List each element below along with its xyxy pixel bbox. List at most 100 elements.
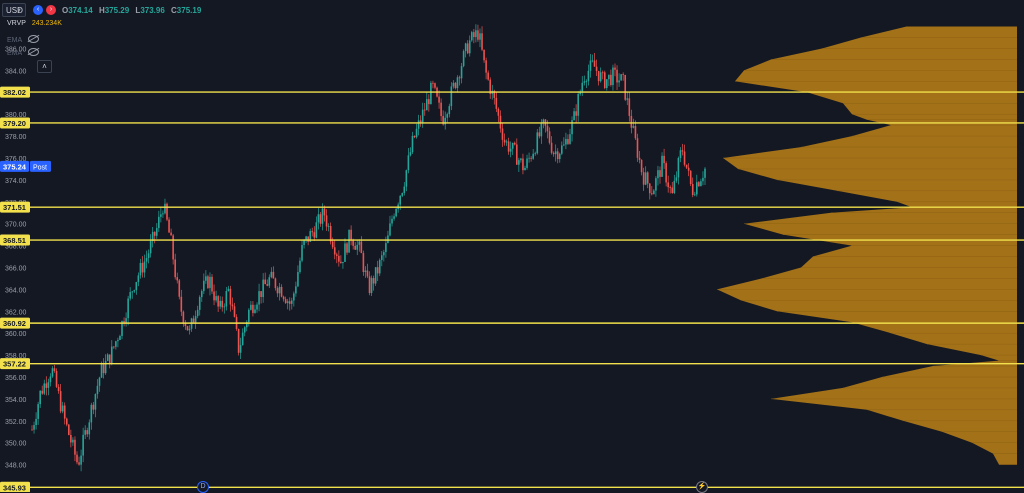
candle-body [450, 86, 453, 107]
indicator-vrvp[interactable]: VRVP 243.234K [7, 20, 62, 27]
candle-body [646, 172, 649, 184]
candle-body [207, 276, 209, 288]
candle-body [475, 30, 477, 38]
candle-body [415, 128, 418, 138]
candle-body [78, 462, 80, 465]
indicator-ema-2[interactable]: EMA [7, 47, 40, 57]
candle-body [530, 157, 532, 159]
hidden-eye-icon[interactable] [28, 35, 40, 43]
scroll-right-button[interactable]: › [46, 5, 56, 15]
candle-body [317, 214, 320, 223]
candle-body [556, 151, 559, 160]
dividend-marker-icon[interactable]: D [197, 481, 209, 493]
candle-body [683, 151, 686, 165]
candle-body [166, 203, 168, 220]
y-tick-label: 366.00 [5, 266, 27, 273]
candle-body [72, 439, 74, 443]
collapse-legend-button[interactable]: ˄ [37, 60, 52, 73]
candle-body [39, 390, 41, 405]
scroll-left-button[interactable]: ‹ [33, 5, 43, 15]
candle-body [417, 120, 420, 129]
candle-body [454, 82, 457, 89]
candle-body [276, 288, 279, 294]
candle-body [481, 33, 483, 50]
currency-select[interactable]: USD ▼ [2, 3, 26, 17]
last-price-value: 375.24 [3, 162, 27, 171]
candle-body [344, 243, 346, 262]
candle-body [696, 182, 698, 195]
candle-body [65, 418, 68, 425]
candle-body [162, 213, 164, 215]
candle-body [178, 280, 181, 297]
candle-body [411, 135, 414, 153]
candle-body [55, 370, 58, 387]
candle-body [689, 170, 692, 185]
candle-body [323, 208, 326, 216]
candle-body [640, 159, 643, 173]
candle-body [286, 301, 289, 304]
session-tag-label: Post [33, 164, 47, 171]
candle-body [333, 247, 336, 255]
indicator-name: EMA [7, 37, 23, 44]
candle-body [219, 300, 221, 307]
candle-body [295, 286, 297, 294]
candle-body [534, 153, 537, 155]
candle-body [364, 270, 367, 273]
candle-body [168, 219, 170, 233]
candle-body [346, 243, 348, 253]
candle-body [133, 290, 136, 292]
candle-body [278, 286, 281, 294]
candle-body [115, 341, 117, 347]
level-label: 371.51 [3, 203, 26, 212]
candle-body [657, 170, 659, 179]
candle-body [603, 72, 606, 89]
y-tick-label: 360.00 [5, 331, 27, 338]
candle-body [223, 306, 226, 308]
earnings-marker-icon[interactable]: ⚡ [696, 481, 708, 493]
candle-body [671, 187, 674, 194]
candle-body [307, 236, 309, 242]
candle-body [395, 208, 397, 217]
candle-body [192, 318, 195, 323]
candle-body [221, 300, 224, 308]
candle-body [446, 114, 449, 118]
candle-body [595, 66, 598, 71]
candle-body [667, 182, 669, 188]
candle-body [176, 277, 179, 281]
candle-body [366, 270, 369, 277]
candle-body [82, 434, 84, 456]
candle-body [663, 155, 665, 164]
candle-body [430, 82, 432, 105]
candle-body [231, 304, 234, 307]
candle-body [471, 32, 473, 41]
candle-body [200, 291, 203, 298]
candle-body [421, 109, 424, 123]
candle-body [642, 172, 645, 185]
candle-body [413, 135, 416, 138]
candle-body [329, 225, 332, 242]
candle-body [127, 298, 129, 319]
candle-body [378, 259, 381, 274]
candle-body [507, 141, 510, 152]
candle-body [669, 187, 672, 188]
candle-body [460, 66, 463, 79]
candle-body [477, 30, 479, 40]
candle-body [211, 276, 213, 292]
candle-body [313, 232, 316, 238]
hidden-eye-icon[interactable] [28, 48, 40, 56]
price-chart[interactable]: 386.00384.00382.00380.00378.00376.00374.… [0, 0, 1024, 492]
candle-body [297, 272, 299, 287]
candle-body [141, 262, 144, 273]
candle-body [370, 278, 373, 294]
candle-body [340, 261, 342, 264]
candle-body [425, 99, 428, 111]
candle-body [182, 311, 185, 324]
candle-body [264, 279, 266, 285]
candle-body [262, 279, 264, 298]
candle-body [143, 261, 146, 273]
candle-body [648, 183, 651, 194]
y-tick-label: 374.00 [5, 178, 27, 185]
indicator-ema-1[interactable]: EMA [7, 34, 40, 44]
candle-body [348, 229, 350, 253]
candle-body [270, 271, 273, 278]
